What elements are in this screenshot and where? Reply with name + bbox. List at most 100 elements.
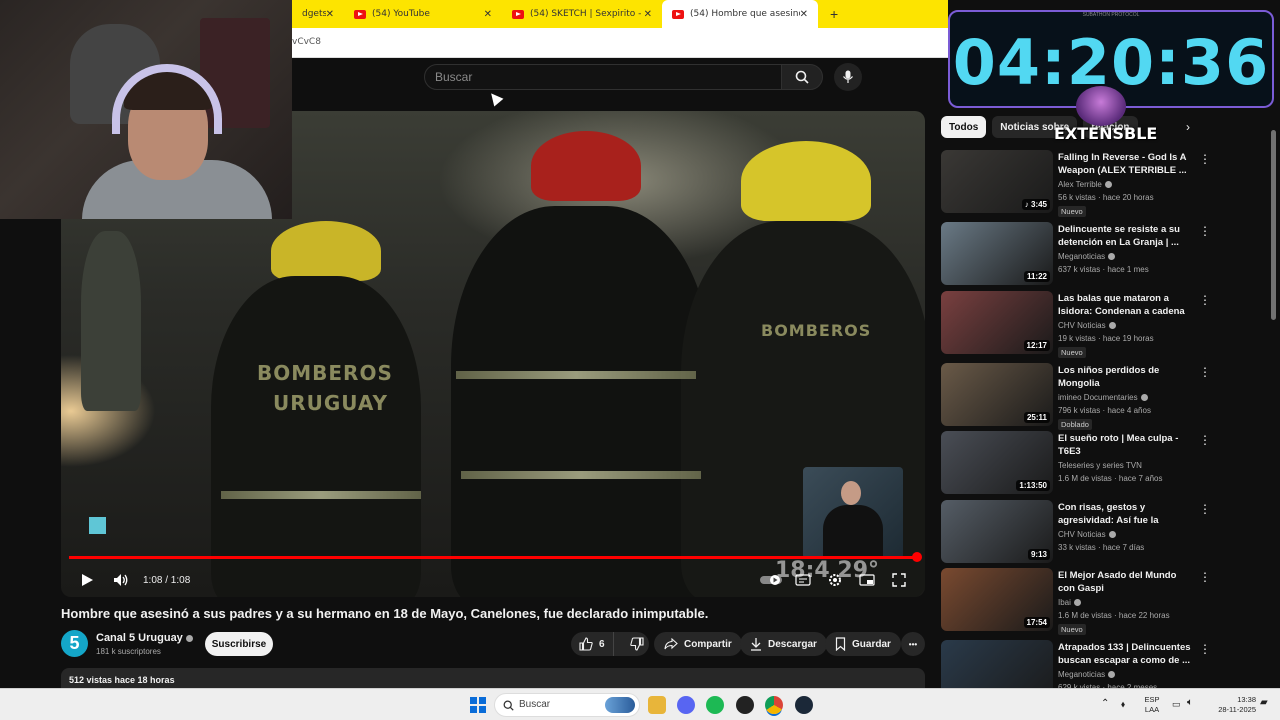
more-options-icon[interactable]: ⋮ xyxy=(1199,433,1211,447)
like-dislike-group: 6 xyxy=(571,632,649,656)
search-input[interactable]: Buscar xyxy=(424,64,782,90)
close-tab-icon[interactable]: ✕ xyxy=(644,9,652,20)
thumbs-down-icon xyxy=(629,637,644,651)
network-icon[interactable]: ▭ xyxy=(1172,699,1181,709)
speaker-icon[interactable]: 🔈︎ xyxy=(1187,698,1193,708)
more-actions-button[interactable]: ••• xyxy=(901,632,925,656)
time-display: 1:08 / 1:08 xyxy=(143,574,191,586)
recommended-video-channel[interactable]: Teleseries y series TVN xyxy=(1058,461,1142,470)
like-button[interactable]: 6 xyxy=(571,632,614,656)
recommended-video-channel[interactable]: CHV Noticias xyxy=(1058,530,1116,539)
more-options-icon[interactable]: ⋮ xyxy=(1199,152,1211,166)
recommended-video-title[interactable]: Falling In Reverse - God Is A Weapon (AL… xyxy=(1058,151,1193,177)
more-options-icon[interactable]: ⋮ xyxy=(1199,502,1211,516)
recommended-video-title[interactable]: El Mejor Asado del Mundo con Gaspi xyxy=(1058,569,1193,595)
description-box[interactable]: 512 vistas hace 18 horas xyxy=(61,668,925,690)
voice-search-button[interactable] xyxy=(834,63,862,91)
spotify-icon[interactable] xyxy=(706,696,724,714)
close-tab-icon[interactable]: ✕ xyxy=(326,9,334,20)
tray-chevron-up-icon[interactable]: ⌃ xyxy=(1101,699,1109,709)
recommended-video-channel[interactable]: Meganoticias xyxy=(1058,670,1116,679)
video-scene-firefighter xyxy=(211,276,421,597)
recommended-video-title[interactable]: Con risas, gestos y agresividad: Así fue… xyxy=(1058,501,1193,527)
close-tab-icon[interactable]: ✕ xyxy=(484,9,492,20)
recommended-video-title[interactable]: El sueño roto | Mea culpa - T6E3 xyxy=(1058,432,1193,458)
video-thumbnail[interactable]: 1:13:50 xyxy=(941,431,1053,494)
recommended-video[interactable]: 1:13:50 El sueño roto | Mea culpa - T6E3 T… xyxy=(941,431,1211,495)
channel-avatar[interactable]: 5 xyxy=(61,630,88,657)
subscribe-button[interactable]: Suscribirse xyxy=(205,632,273,656)
recommended-video-channel[interactable]: imineo Documentaries xyxy=(1058,393,1148,402)
settings-button[interactable] xyxy=(823,569,847,591)
share-button[interactable]: Compartir xyxy=(654,632,742,656)
windows-logo-tile xyxy=(470,706,477,713)
steam-icon[interactable] xyxy=(795,696,813,714)
recommended-video[interactable]: 17:54 El Mejor Asado del Mundo con Gaspi I… xyxy=(941,568,1211,635)
recommended-video-title[interactable]: Delincuente se resiste a su detención en… xyxy=(1058,223,1193,249)
discord-icon[interactable] xyxy=(677,696,695,714)
recommended-video[interactable]: 12:17 Las balas que mataron a Isidora: Co… xyxy=(941,291,1211,358)
scrollbar[interactable] xyxy=(1271,130,1276,320)
tray-location-icon[interactable]: ⬧ xyxy=(1121,699,1125,709)
fullscreen-button[interactable] xyxy=(887,569,911,591)
video-thumbnail[interactable]: ♪ 3:45 xyxy=(941,150,1053,213)
recommended-video-title[interactable]: Los niños perdidos de Mongolia xyxy=(1058,364,1193,390)
more-options-icon[interactable]: ⋮ xyxy=(1199,293,1211,307)
recommended-video-channel[interactable]: CHV Noticias xyxy=(1058,321,1116,330)
notifications-icon[interactable]: ▰ xyxy=(1260,698,1268,708)
browser-tab[interactable]: dgets ✕ xyxy=(292,0,344,28)
download-button[interactable]: Descargar xyxy=(740,632,827,656)
more-options-icon[interactable]: ⋮ xyxy=(1199,365,1211,379)
recommended-video-channel[interactable]: Meganoticias xyxy=(1058,252,1116,261)
recommended-video[interactable]: 25:11 Los niños perdidos de Mongolia imine… xyxy=(941,363,1211,430)
play-button[interactable] xyxy=(75,568,99,592)
recommended-video-channel[interactable]: Ibai xyxy=(1058,598,1081,607)
search-button[interactable] xyxy=(781,64,823,90)
browser-tab-active[interactable]: (54) Hombre que asesinó a sus ✕ xyxy=(662,0,818,28)
recommended-video[interactable]: 9:13 Con risas, gestos y agresividad: Así… xyxy=(941,500,1211,564)
video-thumbnail[interactable]: 11:22 xyxy=(941,222,1053,285)
browser-tab[interactable]: (54) YouTube ✕ xyxy=(344,0,502,28)
start-button[interactable] xyxy=(470,697,486,713)
obs-icon[interactable] xyxy=(736,696,754,714)
progress-scrubber[interactable] xyxy=(912,552,922,562)
subtitles-button[interactable] xyxy=(791,569,815,591)
recommended-video[interactable]: ♪ 3:45 Falling In Reverse - God Is A Weap… xyxy=(941,150,1211,217)
chrome-icon[interactable] xyxy=(765,696,783,714)
overlay-logo-text: EXTENSBLE xyxy=(1054,124,1158,143)
miniplayer-button[interactable] xyxy=(855,569,879,591)
more-options-icon[interactable]: ⋮ xyxy=(1199,570,1211,584)
video-thumbnail[interactable]: 25:11 xyxy=(941,363,1053,426)
video-thumbnail[interactable]: 9:13 xyxy=(941,500,1053,563)
dislike-button[interactable] xyxy=(620,632,654,656)
new-tab-button[interactable]: + xyxy=(830,6,838,22)
chevron-right-icon[interactable]: › xyxy=(1186,120,1190,134)
taskbar-search[interactable]: Buscar xyxy=(494,693,640,717)
recommended-video[interactable]: 11:22 Delincuente se resiste a su detenci… xyxy=(941,222,1211,286)
file-explorer-icon[interactable] xyxy=(648,696,666,714)
chip-todos[interactable]: Todos xyxy=(941,116,987,138)
recommended-video-title[interactable]: Las balas que mataron a Isidora: Condena… xyxy=(1058,292,1193,318)
video-thumbnail[interactable]: 12:17 xyxy=(941,291,1053,354)
youtube-header: Buscar xyxy=(292,58,948,108)
channel-name[interactable]: Canal 5 Uruguay xyxy=(96,632,193,644)
more-options-icon[interactable]: ⋮ xyxy=(1199,642,1211,656)
subtitles-icon xyxy=(795,574,811,586)
progress-bar[interactable] xyxy=(69,556,917,559)
address-bar[interactable]: vCvC8 xyxy=(292,28,948,58)
save-button[interactable]: Guardar xyxy=(825,632,901,656)
fullscreen-icon xyxy=(892,573,906,587)
autoplay-toggle[interactable] xyxy=(759,569,783,591)
clock[interactable]: 13:38 28-11-2025 xyxy=(1208,695,1256,715)
video-scene-vehicle xyxy=(81,231,141,411)
language-indicator[interactable]: ESP LAA xyxy=(1140,695,1164,715)
video-thumbnail[interactable]: 17:54 xyxy=(941,568,1053,631)
more-options-icon[interactable]: ⋮ xyxy=(1199,224,1211,238)
browser-tab[interactable]: (54) SKETCH | Sexpirito - YouTu ✕ xyxy=(502,0,662,28)
bookmark-icon xyxy=(835,637,846,651)
recommended-video-title[interactable]: Atrapados 133 | Delincuentes buscan esca… xyxy=(1058,641,1193,667)
channel-watermark xyxy=(89,517,106,534)
recommended-video-channel[interactable]: Alex Terrible xyxy=(1058,180,1112,189)
close-tab-icon[interactable]: ✕ xyxy=(800,9,808,20)
volume-button[interactable] xyxy=(109,568,133,592)
